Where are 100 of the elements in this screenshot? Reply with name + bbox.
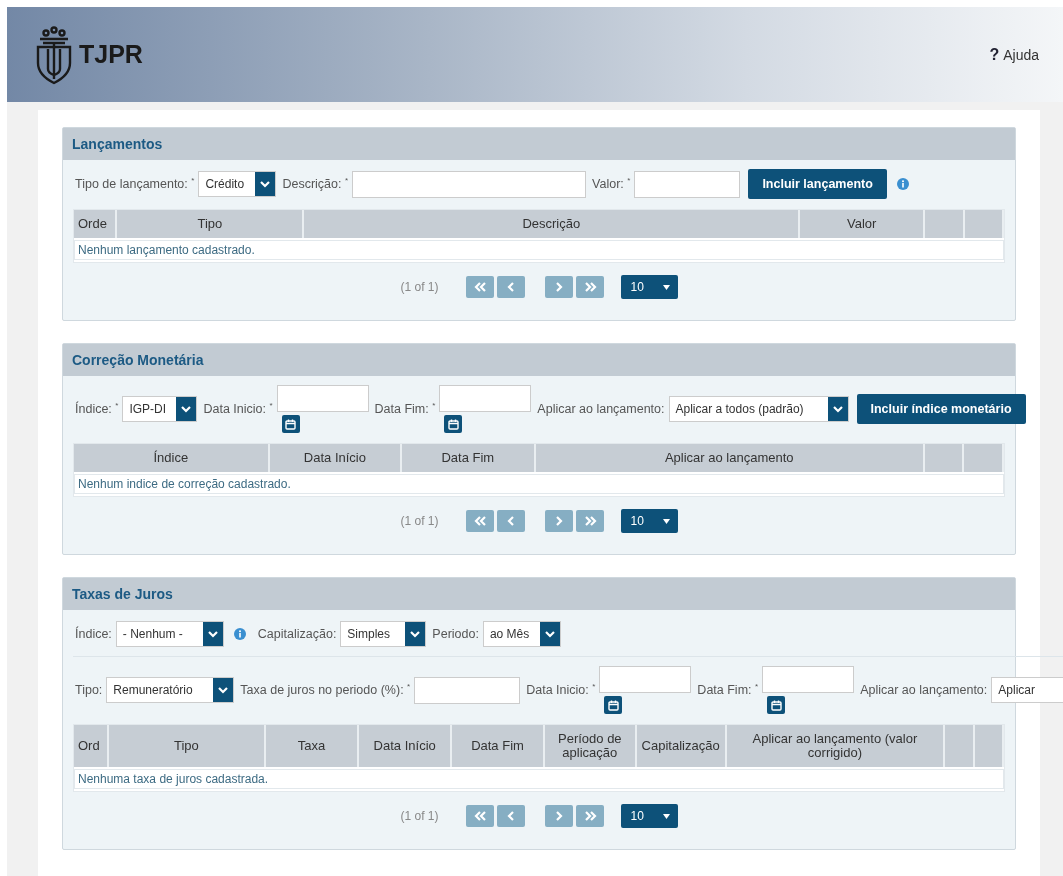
chevron-down-icon	[544, 630, 555, 638]
help-link[interactable]: ? Ajuda	[989, 45, 1039, 64]
chevron-down-icon	[260, 180, 271, 188]
field-label: Descrição: $^{*}$	[282, 176, 349, 192]
help-icon: ?	[989, 45, 1000, 64]
page-status: (1 of 1)	[400, 809, 439, 823]
brand-name: TJPR	[79, 40, 143, 69]
field-label: Data Fim: $^{*}$	[374, 401, 436, 417]
add-button[interactable]: Incluir lançamento	[748, 169, 887, 199]
page-status: (1 of 1)	[400, 280, 439, 294]
page-size-dropdown[interactable]: 10	[620, 275, 678, 299]
dropdown[interactable]: Simples	[340, 621, 427, 647]
column-header: Data Início	[269, 444, 403, 472]
empty-message: Nenhum indice de correção cadastrado.	[74, 474, 1004, 494]
column-header: Índice	[74, 444, 270, 472]
column-header: Tipo	[109, 725, 266, 767]
previous-page-button[interactable]	[496, 510, 525, 532]
date-field[interactable]	[276, 385, 369, 412]
section-title: Lançamentos	[63, 128, 1015, 160]
column-header: Data Início	[359, 725, 453, 767]
chevron-icon	[472, 515, 487, 527]
chevron-icon	[472, 810, 487, 822]
first-page-button[interactable]	[465, 510, 494, 532]
dropdown[interactable]: Crédito	[198, 171, 277, 197]
chevron-down-icon	[207, 630, 218, 638]
first-page-button[interactable]	[465, 276, 494, 298]
empty-message: Nenhuma taxa de juros cadastrada.	[74, 769, 1004, 789]
column-header: Orde	[74, 210, 118, 238]
next-page-button[interactable]	[544, 805, 573, 827]
info-icon[interactable]	[233, 628, 246, 640]
field-label: Periodo:	[432, 627, 479, 641]
calendar-icon	[607, 699, 619, 711]
column-header: Capitalização	[636, 725, 727, 767]
dropdown[interactable]: IGP-DI	[122, 396, 198, 422]
field-label: Tipo:	[75, 683, 103, 697]
previous-page-button[interactable]	[496, 276, 525, 298]
column-header: Taxa	[265, 725, 360, 767]
input-field[interactable]	[634, 170, 741, 198]
page-size-dropdown[interactable]: 10	[620, 804, 678, 828]
column-header: Descrição	[304, 210, 801, 238]
last-page-button[interactable]	[575, 805, 604, 827]
column-header: Aplicar ao lançamento (valor corrigido)	[726, 725, 946, 767]
chevron-down-icon	[410, 630, 421, 638]
section-title: Correção Monetária	[63, 344, 1015, 376]
last-page-button[interactable]	[575, 276, 604, 298]
calendar-button[interactable]	[281, 415, 300, 433]
caret-down-icon	[662, 284, 670, 290]
calendar-icon	[447, 418, 459, 430]
add-button[interactable]: Incluir índice monetário	[856, 394, 1026, 424]
calendar-icon	[770, 699, 782, 711]
chevron-icon	[582, 810, 597, 822]
date-field[interactable]	[599, 666, 692, 693]
calendar-button[interactable]	[444, 415, 463, 433]
field-label: Tipo de lançamento: $^{*}$	[75, 176, 195, 192]
column-header: Data Fim	[452, 725, 545, 767]
dropdown[interactable]: Aplicar a todos (padrão)	[668, 396, 849, 422]
page-size-dropdown[interactable]: 10	[620, 509, 678, 533]
column-header: Data Fim	[402, 444, 536, 472]
last-page-button[interactable]	[575, 510, 604, 532]
info-icon[interactable]	[896, 178, 909, 190]
section-title: Taxas de Juros	[63, 578, 1015, 610]
field-label: Data Inicio: $^{*}$	[203, 401, 273, 417]
field-label: Aplicar ao lançamento:	[537, 402, 665, 416]
calendar-button[interactable]	[604, 696, 623, 714]
chevron-down-icon	[181, 405, 192, 413]
column-header: Ord	[74, 725, 110, 767]
previous-page-button[interactable]	[496, 805, 525, 827]
input-field[interactable]	[414, 676, 521, 704]
caret-down-icon	[662, 518, 670, 524]
shield-logo-icon	[35, 24, 73, 85]
date-field[interactable]	[439, 385, 532, 412]
dropdown[interactable]: Aplicar	[991, 677, 1063, 703]
chevron-down-icon	[218, 686, 229, 694]
field-label: Taxa de juros no periodo (%): $^{*}$	[240, 682, 411, 698]
dropdown[interactable]: - Nenhum -	[115, 621, 224, 647]
chevron-icon	[472, 281, 487, 293]
field-label: Índice:	[75, 627, 112, 641]
chevron-down-icon	[832, 405, 843, 413]
calendar-button[interactable]	[767, 696, 786, 714]
field-label: Índice: $^{*}$	[75, 401, 119, 417]
column-header: Aplicar ao lançamento	[535, 444, 925, 472]
next-page-button[interactable]	[544, 276, 573, 298]
dropdown[interactable]: ao Mês	[482, 621, 561, 647]
field-label: Data Fim: $^{*}$	[697, 682, 759, 698]
dropdown[interactable]: Remuneratório	[106, 677, 235, 703]
chevron-icon	[582, 515, 597, 527]
first-page-button[interactable]	[465, 805, 494, 827]
page-status: (1 of 1)	[400, 514, 439, 528]
next-page-button[interactable]	[544, 510, 573, 532]
column-header: Tipo	[117, 210, 305, 238]
column-header: Valor	[800, 210, 926, 238]
column-header: Período de aplicação	[544, 725, 637, 767]
field-label: Aplicar ao lançamento:	[860, 683, 988, 697]
calendar-icon	[285, 418, 297, 430]
empty-message: Nenhum lançamento cadastrado.	[74, 240, 1004, 260]
caret-down-icon	[662, 813, 670, 819]
date-field[interactable]	[762, 666, 855, 693]
input-field[interactable]	[352, 170, 587, 198]
field-label: Data Inicio: $^{*}$	[526, 682, 596, 698]
chevron-icon	[582, 281, 597, 293]
